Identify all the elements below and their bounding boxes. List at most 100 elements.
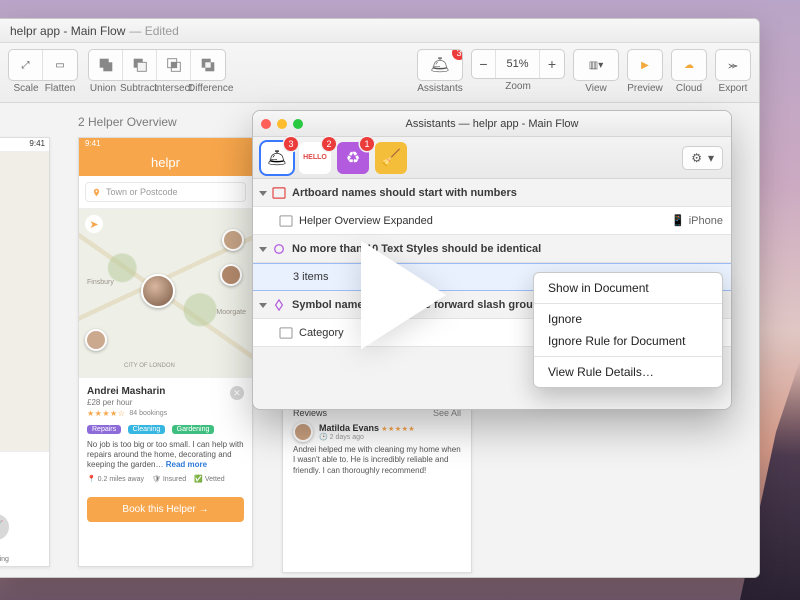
- intersect-icon: [165, 56, 183, 74]
- bell-icon: 🛎: [430, 55, 450, 75]
- location-icon: [92, 188, 101, 197]
- map-pin-avatar[interactable]: [85, 329, 107, 351]
- flatten-label: Flatten: [43, 83, 77, 94]
- result-text: Category: [299, 327, 344, 339]
- union-button[interactable]: [89, 50, 123, 80]
- broom-icon: 🧹: [381, 148, 401, 168]
- menu-separator: [534, 303, 722, 304]
- scale-icon: ⤢: [22, 60, 30, 71]
- result-text: Helper Overview Expanded: [299, 215, 433, 227]
- scale-button[interactable]: ⤢: [9, 50, 43, 80]
- group-transform: ⤢ ▭ Scale Flatten: [8, 49, 78, 94]
- artboard-icon: [279, 327, 293, 339]
- app-title: helpr: [79, 152, 252, 176]
- group-zoom: − 51% + Zoom: [471, 49, 565, 92]
- rule-group[interactable]: No more than 10 Text Styles should be id…: [253, 235, 731, 263]
- helper-description: No job is too big or too small. I can he…: [87, 440, 244, 470]
- hello-icon: HELLO: [303, 154, 327, 161]
- bell-icon: 🛎: [267, 148, 287, 168]
- statusbar-time: 9:41: [79, 138, 252, 152]
- subtract-label: Subtract: [120, 83, 154, 94]
- group-boolean: Union Subtract Intersect Difference: [86, 49, 228, 94]
- review-time: 🕒 2 days ago: [319, 433, 415, 441]
- disclosure-triangle-icon[interactable]: [259, 303, 267, 308]
- meta-distance: 📍 0.2 miles away: [87, 475, 144, 483]
- assistant-tile[interactable]: 🧹: [375, 142, 407, 174]
- mini-map: [0, 152, 49, 452]
- rule-group[interactable]: Artboard names should start with numbers: [253, 179, 731, 207]
- result-tag: 📱iPhone: [671, 214, 723, 227]
- assistants-toolbar: 🛎3 HELLO2 ♻1 🧹 ⚙▾: [253, 137, 731, 179]
- map-pin-avatar[interactable]: [141, 274, 175, 308]
- preview-button[interactable]: ▶: [628, 50, 662, 80]
- assistants-titlebar[interactable]: Assistants — helpr app - Main Flow: [253, 111, 731, 137]
- meta-insured: 🛡 Insured: [152, 475, 186, 483]
- titlebar[interactable]: helpr app - Main Flow — Edited: [0, 19, 759, 43]
- map-label: Finsbury: [87, 279, 114, 286]
- reviewer-name: Matilda Evans: [319, 423, 379, 433]
- read-more-link[interactable]: Read more: [166, 460, 207, 469]
- map[interactable]: Finsbury Moorgate CITY OF LONDON ➤: [79, 208, 252, 378]
- difference-label: Difference: [188, 83, 228, 94]
- flatten-icon: ▭: [55, 60, 64, 71]
- close-icon[interactable]: ✕: [230, 386, 244, 400]
- map-pin-avatar[interactable]: [220, 264, 242, 286]
- subtract-icon: [131, 56, 149, 74]
- zoom-in-button[interactable]: +: [540, 50, 564, 78]
- artboard-left[interactable]: 9:41 hopping: [0, 137, 50, 567]
- intersect-button[interactable]: [157, 50, 191, 80]
- zoom-value[interactable]: 51%: [496, 50, 540, 78]
- cloud-button[interactable]: ☁: [672, 50, 706, 80]
- book-helper-button[interactable]: Book this Helper →: [87, 497, 244, 522]
- tag-pill: Gardening: [172, 425, 215, 434]
- artboard-helpr[interactable]: 9:41 helpr Town or Postcode Finsbury Moo…: [78, 137, 253, 567]
- phone-icon: 📱: [671, 214, 685, 227]
- difference-button[interactable]: [191, 50, 225, 80]
- group-view: ▥▾ View: [573, 49, 619, 94]
- group-assistants: 🛎 3 Assistants: [417, 49, 463, 94]
- search-field[interactable]: Town or Postcode: [85, 182, 246, 202]
- artboard-icon: [279, 215, 293, 227]
- export-button[interactable]: ⪼: [716, 50, 750, 80]
- zoom-out-button[interactable]: −: [472, 50, 496, 78]
- disclosure-triangle-icon[interactable]: [259, 247, 267, 252]
- assistant-tile[interactable]: ♻1: [337, 142, 369, 174]
- settings-dropdown[interactable]: ⚙▾: [682, 146, 723, 170]
- tag-pill: Cleaning: [128, 425, 166, 434]
- statusbar-time: 9:41: [0, 138, 49, 152]
- disclosure-triangle-icon[interactable]: [259, 191, 267, 196]
- zoom-label: Zoom: [505, 81, 531, 92]
- subtract-button[interactable]: [123, 50, 157, 80]
- menu-show-in-document[interactable]: Show in Document: [534, 277, 722, 299]
- intersect-label: Intersect: [154, 83, 188, 94]
- assistant-tile[interactable]: HELLO2: [299, 142, 331, 174]
- menu-ignore-rule-doc[interactable]: Ignore Rule for Document: [534, 330, 722, 352]
- window-title: helpr app - Main Flow: [10, 24, 125, 38]
- export-icon: ⪼: [728, 60, 737, 71]
- helper-meta: 📍 0.2 miles away 🛡 Insured ✅ Vetted: [87, 475, 244, 483]
- union-label: Union: [86, 83, 120, 94]
- assistants-button[interactable]: 🛎 3: [418, 50, 462, 80]
- view-icon: ▥▾: [589, 60, 603, 71]
- result-row[interactable]: Helper Overview Expanded 📱iPhone: [253, 207, 731, 235]
- badge: 2: [322, 137, 336, 151]
- footer-text: hopping: [0, 553, 49, 566]
- flatten-button[interactable]: ▭: [43, 50, 77, 80]
- view-button[interactable]: ▥▾: [574, 50, 618, 80]
- map-pin-avatar[interactable]: [222, 229, 244, 251]
- context-menu[interactable]: Show in Document Ignore Ignore Rule for …: [533, 272, 723, 388]
- scale-label: Scale: [9, 83, 43, 94]
- assistant-tile[interactable]: 🛎3: [261, 142, 293, 174]
- play-icon: ▶: [641, 60, 649, 71]
- window-edited: — Edited: [129, 24, 178, 38]
- locate-me-button[interactable]: ➤: [85, 215, 103, 233]
- menu-view-rule-details[interactable]: View Rule Details…: [534, 361, 722, 383]
- chevron-down-icon: ▾: [708, 151, 714, 165]
- bookings-count: 84 bookings: [129, 410, 167, 417]
- menu-ignore[interactable]: Ignore: [534, 308, 722, 330]
- gear-icon: ⚙: [691, 151, 702, 165]
- cloud-icon: ☁: [684, 60, 694, 71]
- star-rating: ★★★★☆: [87, 409, 125, 418]
- export-label: Export: [719, 83, 748, 94]
- badge: 1: [360, 137, 374, 151]
